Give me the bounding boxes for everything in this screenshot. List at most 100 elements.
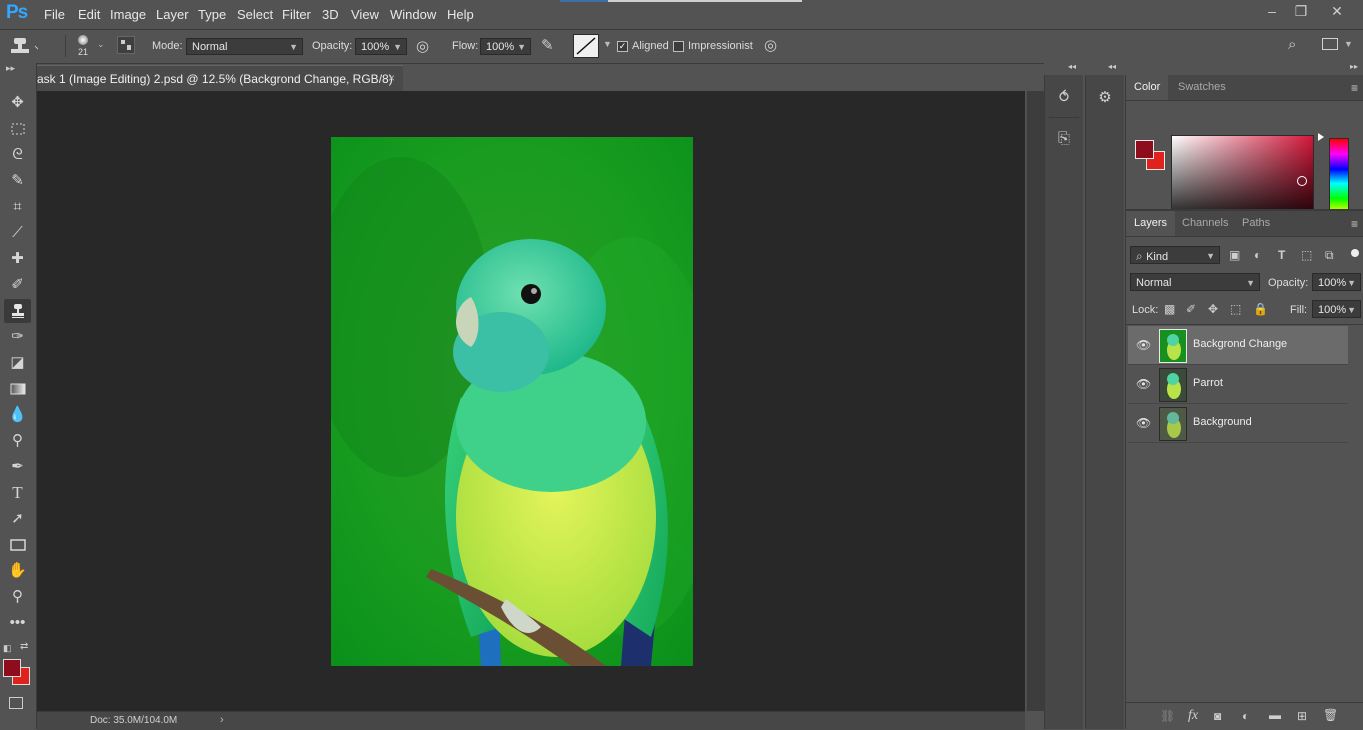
panel-menu-icon[interactable]: ≡ bbox=[1351, 81, 1358, 95]
minimize-button[interactable]: – bbox=[1258, 3, 1286, 19]
menu-type[interactable]: Type bbox=[198, 7, 226, 22]
foreground-color-swatch[interactable] bbox=[1135, 140, 1154, 159]
tab-paths[interactable]: Paths bbox=[1234, 211, 1278, 236]
eraser-tool-icon[interactable]: ◪ bbox=[4, 351, 31, 375]
foreground-color-swatch[interactable] bbox=[3, 659, 21, 677]
tab-swatches[interactable]: Swatches bbox=[1170, 75, 1234, 100]
lock-artboard-icon[interactable]: ⬚ bbox=[1230, 302, 1241, 316]
menu-select[interactable]: Select bbox=[237, 7, 273, 22]
more-tools-icon[interactable]: ••• bbox=[4, 611, 31, 635]
tab-color[interactable]: Color bbox=[1126, 75, 1169, 100]
smart-object-filter-icon[interactable]: ⧉ bbox=[1325, 248, 1334, 263]
menu-filter[interactable]: Filter bbox=[282, 7, 311, 22]
status-menu-arrow[interactable]: › bbox=[220, 714, 224, 726]
mode-dropdown[interactable]: Normal ▼ bbox=[186, 38, 303, 55]
document-size-status[interactable]: Doc: 35.0M/104.0M bbox=[90, 715, 177, 726]
menu-view[interactable]: View bbox=[351, 7, 379, 22]
visibility-eye-icon[interactable]: 👁 bbox=[1136, 338, 1151, 352]
pixel-layer-filter-icon[interactable]: ▣ bbox=[1229, 248, 1240, 262]
brush-tool-icon[interactable]: ✐ bbox=[4, 273, 31, 297]
menu-image[interactable]: Image bbox=[110, 7, 146, 22]
tool-preset-picker[interactable] bbox=[8, 36, 42, 56]
menu-3d[interactable]: 3D bbox=[322, 7, 339, 22]
menu-window[interactable]: Window bbox=[390, 7, 436, 22]
fill-field[interactable]: 100% ▼ bbox=[1312, 300, 1361, 318]
history-brush-tool-icon[interactable]: ✑ bbox=[4, 325, 31, 349]
pen-tool-icon[interactable]: ✒ bbox=[4, 455, 31, 479]
close-window-button[interactable]: ✕ bbox=[1323, 3, 1351, 20]
impressionist-checkbox[interactable] bbox=[673, 41, 684, 52]
adjustment-layer-filter-icon[interactable]: ◐ bbox=[1254, 248, 1261, 262]
workspace-icon[interactable] bbox=[1322, 38, 1338, 50]
quick-selection-tool-icon[interactable]: ✎ bbox=[4, 169, 31, 193]
type-tool-icon[interactable]: T bbox=[4, 481, 31, 505]
move-tool-icon[interactable]: ✥ bbox=[4, 91, 31, 115]
search-icon[interactable]: ⌕ bbox=[1288, 36, 1296, 53]
clone-stamp-tool-icon[interactable] bbox=[4, 299, 31, 323]
close-document-icon[interactable]: × bbox=[388, 71, 395, 85]
lock-image-icon[interactable]: ✐ bbox=[1186, 302, 1196, 316]
hand-tool-icon[interactable]: ✋ bbox=[4, 559, 31, 583]
menu-help[interactable]: Help bbox=[447, 7, 474, 22]
path-selection-tool-icon[interactable]: ➚ bbox=[4, 507, 31, 531]
link-layers-icon[interactable]: ⛓ bbox=[1160, 709, 1175, 723]
crop-tool-icon[interactable]: ⌗ bbox=[4, 195, 31, 219]
layer-row[interactable]: 👁 Parrot bbox=[1128, 365, 1348, 404]
chevron-down-icon[interactable]: ▼ bbox=[1344, 39, 1353, 49]
layer-row[interactable]: 👁 Backgrond Change bbox=[1128, 326, 1348, 365]
dodge-tool-icon[interactable]: ⚲ bbox=[4, 429, 31, 453]
collapse-dock-icon[interactable]: ◂◂ bbox=[1108, 62, 1116, 71]
expand-panels-icon[interactable]: ▸▸ bbox=[1350, 62, 1358, 71]
airbrush-icon[interactable]: ✎ bbox=[541, 36, 554, 54]
healing-brush-tool-icon[interactable]: ✚ bbox=[4, 247, 31, 271]
brush-angle-button[interactable] bbox=[573, 34, 599, 58]
expand-toolbar-icon[interactable]: ▸▸ bbox=[6, 63, 15, 74]
rectangle-tool-icon[interactable] bbox=[4, 533, 31, 557]
eyedropper-tool-icon[interactable]: ⟋ bbox=[4, 221, 31, 245]
gradient-tool-icon[interactable] bbox=[4, 377, 31, 401]
properties-panel-icon[interactable]: ⚙ bbox=[1092, 85, 1118, 111]
flow-field[interactable]: 100% ▼ bbox=[480, 38, 531, 55]
quick-mask-icon[interactable] bbox=[9, 697, 23, 709]
blur-tool-icon[interactable]: 💧 bbox=[4, 403, 31, 427]
lasso-tool-icon[interactable]: ᘓ bbox=[4, 143, 31, 167]
brush-preset-picker[interactable]: 21 ⌄ bbox=[72, 32, 108, 60]
menu-layer[interactable]: Layer bbox=[156, 7, 189, 22]
shape-layer-filter-icon[interactable]: ⬚ bbox=[1301, 248, 1312, 262]
delete-layer-icon[interactable]: 🗑 bbox=[1323, 708, 1338, 722]
clone-source-panel-button[interactable] bbox=[117, 36, 135, 54]
layer-row[interactable]: 👁 Background bbox=[1128, 404, 1348, 443]
document-tab[interactable]: ask 1 (Image Editing) 2.psd @ 12.5% (Bac… bbox=[37, 65, 403, 91]
new-layer-icon[interactable]: ⊞ bbox=[1297, 709, 1307, 723]
hue-slider-handle[interactable] bbox=[1318, 133, 1324, 141]
panel-menu-icon[interactable]: ≡ bbox=[1351, 217, 1358, 231]
visibility-eye-icon[interactable]: 👁 bbox=[1136, 416, 1151, 430]
opacity-field[interactable]: 100% ▼ bbox=[355, 38, 407, 55]
type-layer-filter-icon[interactable]: T bbox=[1278, 248, 1285, 262]
clone-source-panel-icon[interactable]: ⎘ bbox=[1051, 126, 1077, 152]
menu-edit[interactable]: Edit bbox=[78, 7, 100, 22]
zoom-tool-icon[interactable]: ⚲ bbox=[4, 585, 31, 609]
filter-toggle-icon[interactable] bbox=[1351, 249, 1359, 257]
swap-colors-icon[interactable]: ⇄ bbox=[20, 641, 28, 652]
blend-mode-dropdown[interactable]: Normal ▼ bbox=[1130, 273, 1260, 291]
new-group-icon[interactable]: ▬ bbox=[1269, 708, 1281, 722]
pressure-size-icon[interactable]: ◎ bbox=[764, 36, 777, 54]
vertical-scrollbar[interactable] bbox=[1026, 91, 1044, 711]
add-mask-icon[interactable]: ◙ bbox=[1214, 709, 1221, 723]
default-colors-icon[interactable]: ◧ bbox=[3, 643, 12, 654]
visibility-eye-icon[interactable]: 👁 bbox=[1136, 377, 1151, 391]
layer-opacity-field[interactable]: 100% ▼ bbox=[1312, 273, 1361, 291]
adjustment-layer-icon[interactable]: ◐ bbox=[1242, 709, 1249, 723]
color-picker-marker[interactable] bbox=[1297, 176, 1307, 186]
document-canvas-image[interactable] bbox=[331, 137, 693, 666]
fx-icon[interactable]: fx bbox=[1188, 708, 1198, 724]
pressure-opacity-icon[interactable]: ◎ bbox=[416, 37, 429, 55]
lock-all-icon[interactable]: 🔒 bbox=[1253, 302, 1268, 316]
tab-layers[interactable]: Layers bbox=[1126, 211, 1176, 236]
restore-button[interactable]: ❐ bbox=[1287, 3, 1315, 20]
collapse-dock-icon[interactable]: ◂◂ bbox=[1068, 62, 1076, 71]
aligned-checkbox[interactable]: ✓ bbox=[617, 41, 628, 52]
lock-position-icon[interactable]: ✥ bbox=[1208, 302, 1218, 316]
menu-file[interactable]: File bbox=[44, 7, 65, 22]
